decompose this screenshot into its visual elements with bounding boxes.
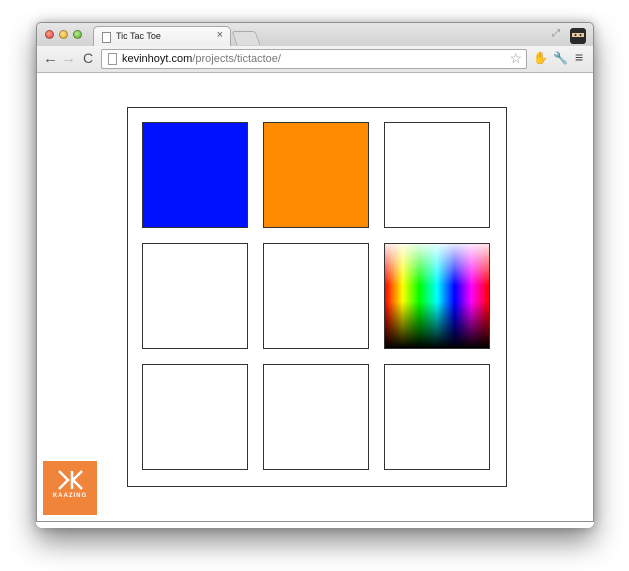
board-cell-empty[interactable]: [142, 364, 248, 470]
wrench-icon[interactable]: 🔧: [553, 51, 568, 65]
board-cell-empty[interactable]: [384, 364, 490, 470]
kaazing-logo: KAAZING: [43, 461, 97, 515]
incognito-avatar-icon: [570, 28, 586, 44]
browser-toolbar: ← → C kevinhoyt.com/projects/tictactoe/ …: [37, 46, 593, 73]
url-path: /projects/tictactoe/: [192, 53, 281, 65]
board-cell-filled[interactable]: [263, 122, 369, 228]
new-tab-button[interactable]: [231, 31, 261, 45]
color-picker-cell[interactable]: [384, 243, 490, 349]
tab-tic-tac-toe[interactable]: Tic Tac Toe ×: [93, 26, 231, 47]
kaazing-mark-icon: [58, 470, 83, 490]
tab-title: Tic Tac Toe: [116, 31, 161, 41]
address-url[interactable]: kevinhoyt.com/projects/tictactoe/: [122, 53, 281, 65]
tab-strip: Tic Tac Toe × ⤢: [37, 23, 593, 47]
tic-tac-toe-board: [127, 107, 507, 487]
window-controls: [45, 30, 82, 39]
forward-arrow-icon[interactable]: →: [61, 50, 76, 67]
back-arrow-icon[interactable]: ←: [43, 50, 58, 67]
board-cell-empty[interactable]: [384, 122, 490, 228]
logo-brand: KAAZING: [52, 493, 88, 499]
minimize-window-button[interactable]: [59, 30, 68, 39]
browser-window: Tic Tac Toe × ⤢ ← → C kevinhoyt.com/proj…: [36, 22, 594, 522]
board-cell-empty[interactable]: [263, 364, 369, 470]
address-bar[interactable]: kevinhoyt.com/projects/tictactoe/ ☆: [101, 49, 527, 69]
close-window-button[interactable]: [45, 30, 54, 39]
reload-icon[interactable]: C: [83, 50, 93, 67]
extension-icon[interactable]: ✋: [533, 51, 548, 65]
page-icon: [108, 53, 117, 65]
url-host: kevinhoyt.com: [122, 53, 193, 65]
zoom-window-button[interactable]: [73, 30, 82, 39]
board-cell-filled[interactable]: [142, 122, 248, 228]
board-cell-empty[interactable]: [263, 243, 369, 349]
bookmark-star-icon[interactable]: ☆: [509, 50, 522, 67]
board-cell-empty[interactable]: [142, 243, 248, 349]
restore-icon[interactable]: ⤢: [552, 28, 560, 39]
menu-icon[interactable]: ≡: [575, 49, 583, 65]
page-icon: [102, 32, 111, 43]
tab-close-icon[interactable]: ×: [217, 29, 223, 41]
